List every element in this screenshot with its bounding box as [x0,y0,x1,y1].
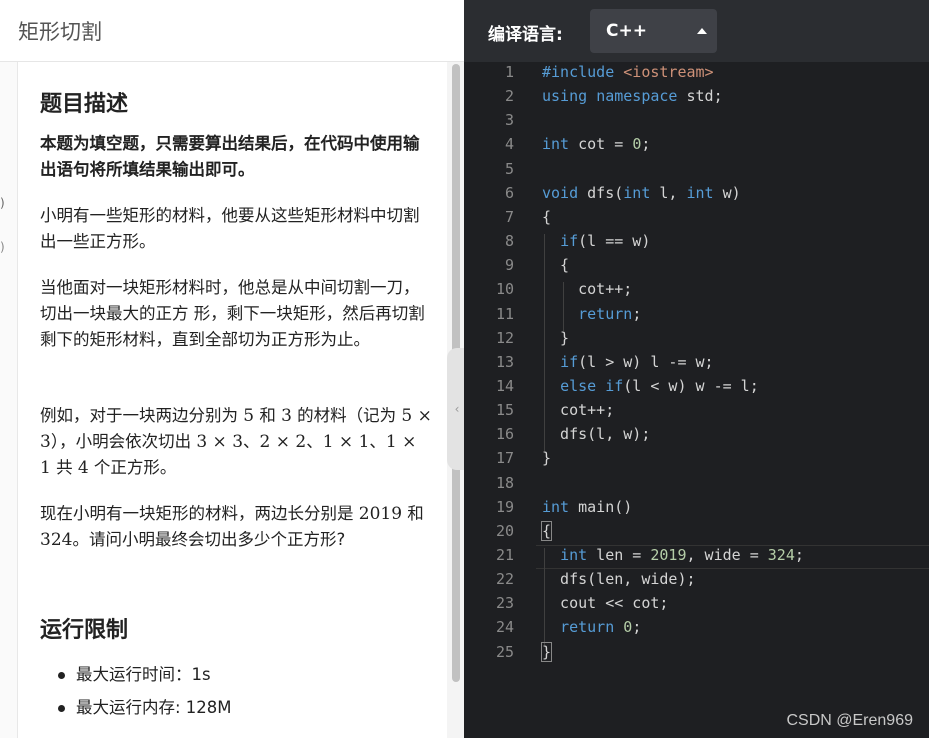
line-number: 23 [495,594,514,613]
code-line[interactable]: cot++; [542,401,614,419]
text-span: 。请问小明最终会切出多少个正方形? [72,530,346,549]
limits-list: 最大运行时间：1s 最大运行内存: 128M [58,658,232,724]
math-value: 1 × 1 [322,432,370,452]
description-heading: 题目描述 [40,92,129,117]
fill-in-note: 本题为填空题，只需要算出结果后，在代码中使用输出语句将所填结果输出即可。 [40,134,420,179]
line-number: 21 [495,546,514,564]
text-span: 、 [306,432,323,451]
code-line[interactable]: dfs(len, wide); [542,570,695,588]
language-select[interactable]: C++ [590,9,717,53]
description-paragraph: 当他面对一块矩形材料时，他总是从中间切割一刀，切出一块最大的正方 形，剩下一块矩… [40,278,425,349]
line-number: 7 [504,207,514,226]
caret-up-icon [697,28,707,34]
problem-content: 题目描述 本题为填空题，只需要算出结果后，在代码中使用输出语句将所填结果输出即可… [40,62,435,738]
text-span: 和 [254,406,282,425]
code-line[interactable]: { [542,208,551,226]
code-line[interactable]: else if(l < w) w -= l; [542,377,759,395]
code-line[interactable]: return 0; [542,618,641,636]
question-paragraph: 现在小明有一块矩形的材料，两边长分别是 2019 和 324。请问小明最终会切出… [40,501,432,553]
code-line[interactable]: cout << cot; [542,594,668,612]
code-line[interactable]: using namespace std; [542,87,723,105]
math-value: 2019 [358,504,403,524]
language-select-value: C++ [606,21,647,41]
math-value: 3 [281,406,292,426]
text-span: 和 [402,504,424,523]
problem-title-bar: 矩形切割 [0,0,464,62]
text-span: 现在小明有一块矩形的材料，两边长分别是 [40,504,359,523]
code-line[interactable]: int cot = 0; [542,135,650,153]
line-number: 12 [495,328,514,347]
code-line[interactable]: void dfs(int l, int w) [542,184,741,202]
line-number: 19 [495,497,514,516]
line-number: 6 [504,183,514,202]
watermark: CSDN @Eren969 [786,712,913,729]
code-line[interactable]: } [540,641,553,662]
line-number: 5 [504,159,514,178]
code-line[interactable]: int len = 2019, wide = 324; [542,546,804,564]
example-paragraph: 例如，对于一块两边分别为 5 和 3 的材料（记为 5 × 3），小明会依次切出… [40,403,432,481]
line-number: 18 [495,473,514,492]
code-line[interactable]: #include <iostream> [542,63,714,81]
code-line[interactable]: { [540,520,553,541]
code-line[interactable]: } [542,449,551,467]
math-value: 324 [40,530,73,550]
line-number: 10 [495,280,514,299]
line-number: 20 [495,521,514,540]
line-number: 4 [504,135,514,154]
text-span: 、 [243,432,260,451]
chevron-left-icon: ‹ [454,402,460,416]
line-number: 2 [504,87,514,106]
line-number: 16 [495,425,514,444]
problem-title: 矩形切割 [18,20,102,44]
line-number: 9 [504,256,514,275]
math-value: 2 × 2 [259,432,307,452]
text-span: 的材料（记为 [291,406,402,425]
text-span: 例如，对于一块两边分别为 [40,406,244,425]
line-number: 3 [504,111,514,130]
text-span: 个正方形。 [88,458,177,477]
math-value: 4 [77,458,89,478]
line-number: 14 [495,376,514,395]
line-number: 25 [495,642,514,661]
line-number: 22 [495,570,514,589]
code-line[interactable]: } [542,329,569,347]
line-number: 11 [495,304,514,323]
code-line[interactable]: dfs(l, w); [542,425,650,443]
language-label: 编译语言: [488,25,563,45]
line-number: 17 [495,449,514,468]
code-line[interactable]: if(l > w) l -= w; [542,353,714,371]
line-number: 1 [504,63,514,81]
gutter-mark: ) [0,240,5,254]
limit-item: 最大运行时间：1s [58,658,232,691]
language-bar: 编译语言: C++ [464,0,929,62]
math-value: 5 [243,406,255,426]
line-number: 24 [495,618,514,637]
line-number: 13 [495,352,514,371]
left-gutter: ) ) [0,62,18,738]
code-line[interactable]: if(l == w) [542,232,650,250]
editor-panel: 编译语言: C++ 1 #include <iostream> 2 using nam… [464,0,929,738]
problem-panel: 矩形切割 ) ) 题目描述 本题为填空题，只需要算出结果后，在代码中使用输出语句… [0,0,464,738]
line-number: 8 [504,232,514,251]
limit-item: 最大运行内存: 128M [58,691,232,724]
limits-heading: 运行限制 [40,618,129,643]
text-span: 共 [50,458,78,477]
code-editor[interactable]: 1 #include <iostream> 2 using namespace std… [464,62,929,738]
text-span: ），小明会依次切出 [50,432,197,451]
code-line[interactable]: int main() [542,498,632,516]
code-line[interactable]: cot++; [542,280,632,298]
code-line[interactable]: return; [542,305,641,323]
code-line[interactable]: { [542,256,569,274]
text-span: 、 [369,432,386,451]
description-paragraph: 小明有一些矩形的材料，他要从这些矩形材料中切割出一些正方形。 [40,206,420,251]
gutter-mark: ) [0,196,5,210]
math-value: 3 × 3 [196,432,244,452]
line-number: 15 [495,401,514,420]
